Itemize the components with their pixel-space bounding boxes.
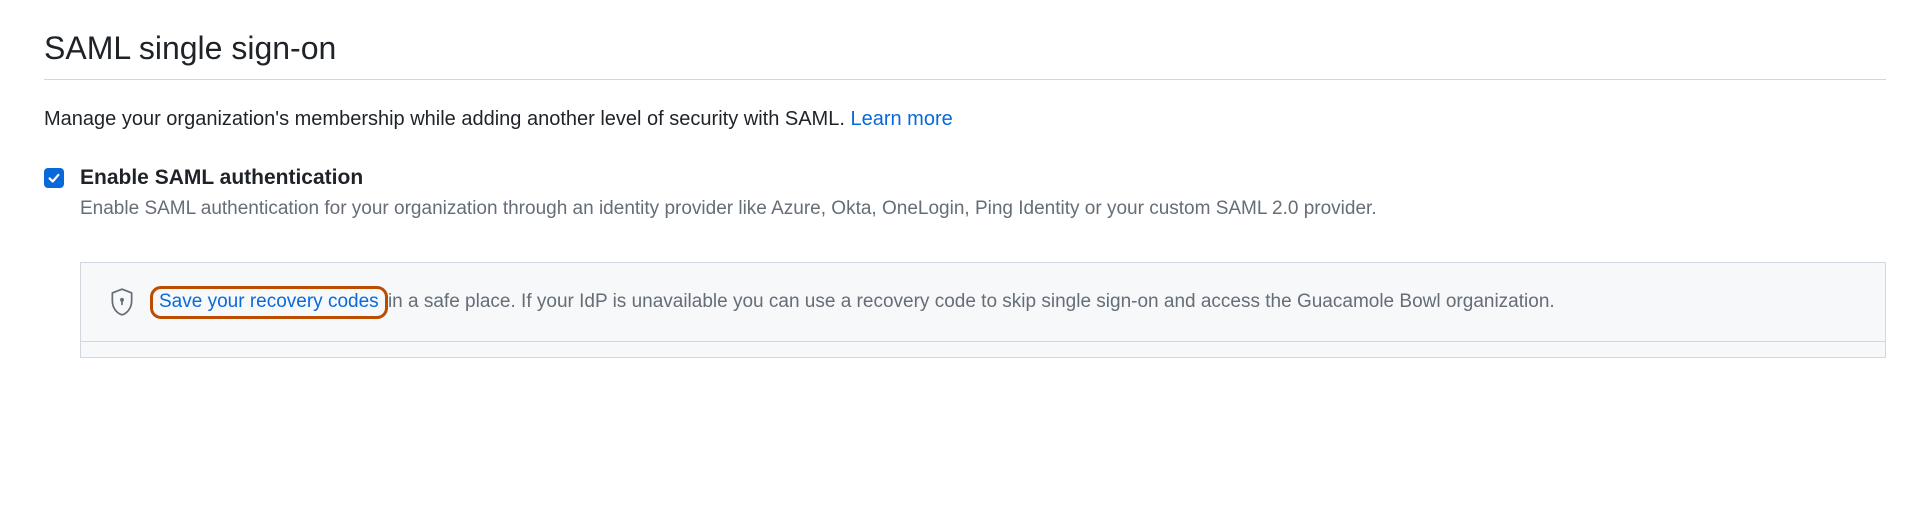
panel-second-section bbox=[80, 342, 1886, 358]
section-heading: SAML single sign-on bbox=[44, 30, 1886, 67]
enable-saml-label[interactable]: Enable SAML authentication bbox=[80, 164, 363, 191]
section-divider bbox=[44, 79, 1886, 80]
save-recovery-codes-link[interactable]: Save your recovery codes bbox=[153, 289, 385, 316]
recovery-codes-panel: Save your recovery codes in a safe place… bbox=[80, 262, 1886, 342]
enable-saml-block: Enable SAML authentication Enable SAML a… bbox=[44, 164, 1886, 224]
intro-text: Manage your organization's membership wh… bbox=[44, 108, 850, 130]
intro-paragraph: Manage your organization's membership wh… bbox=[44, 104, 1886, 134]
checkmark-icon bbox=[47, 171, 61, 185]
recovery-codes-text: Save your recovery codes in a safe place… bbox=[159, 287, 1555, 316]
enable-saml-description: Enable SAML authentication for your orga… bbox=[80, 195, 1886, 224]
recovery-codes-remainder: in a safe place. If your IdP is unavaila… bbox=[383, 291, 1555, 312]
learn-more-link[interactable]: Learn more bbox=[850, 108, 952, 130]
enable-saml-checkbox[interactable] bbox=[44, 168, 64, 188]
shield-lock-icon bbox=[109, 287, 135, 317]
